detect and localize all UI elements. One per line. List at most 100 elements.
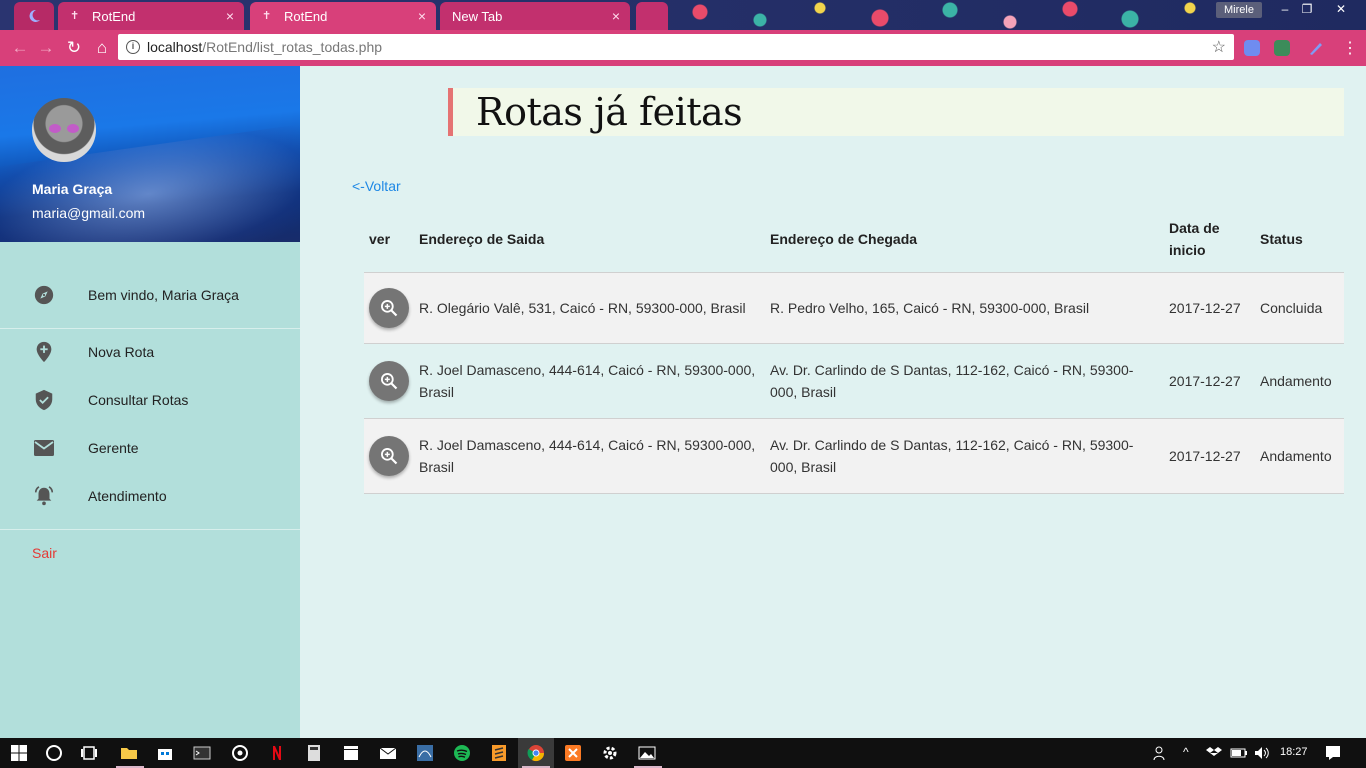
xampp-icon[interactable] (564, 744, 582, 762)
dropbox-icon[interactable] (1205, 744, 1223, 762)
battery-icon[interactable] (1230, 744, 1248, 762)
main-content: Rotas já feitas <-Voltar ver Endereço de… (300, 66, 1366, 738)
column-header-chegada: Endereço de Chegada (765, 206, 1164, 273)
tab-close-icon[interactable]: × (226, 8, 234, 24)
column-header-status: Status (1255, 206, 1344, 273)
movies-icon[interactable] (342, 744, 360, 762)
spotify-icon[interactable] (453, 744, 471, 762)
cell-status: Concluida (1255, 272, 1344, 344)
tab-rotend-1[interactable]: ✝ RotEnd × (58, 2, 244, 30)
netflix-icon[interactable] (268, 744, 286, 762)
calculator-icon[interactable] (305, 744, 323, 762)
cell-chegada: R. Pedro Velho, 165, Caicó - RN, 59300-0… (765, 272, 1164, 344)
bookmark-star-icon[interactable]: ☆ (1212, 37, 1226, 57)
pen-extension-icon[interactable] (1308, 40, 1324, 56)
url-bar[interactable]: i localhost/RotEnd/list_rotas_todas.php … (118, 34, 1234, 60)
people-icon[interactable] (1152, 744, 1170, 762)
taskbar-clock[interactable]: 18:27 (1280, 746, 1308, 758)
cell-chegada: Av. Dr. Carlindo de S Dantas, 112-162, C… (765, 418, 1164, 494)
forward-button[interactable]: → (36, 38, 56, 58)
sidebar-item-nova-rota[interactable]: Nova Rota (0, 330, 300, 374)
volume-icon[interactable] (1253, 744, 1271, 762)
back-link[interactable]: <-Voltar (352, 178, 401, 194)
mail-icon[interactable] (379, 744, 397, 762)
mysql-icon[interactable] (416, 744, 434, 762)
mail-icon (32, 436, 56, 460)
cell-status: Andamento (1255, 343, 1344, 419)
sidebar-item-atendimento[interactable]: Atendimento (0, 474, 300, 518)
cell-data: 2017-12-27 (1164, 418, 1255, 494)
browser-menu-icon[interactable]: ⋮ (1342, 38, 1358, 58)
cell-data: 2017-12-27 (1164, 343, 1255, 419)
column-header-data: Data de inicio (1164, 206, 1255, 273)
sidebar-item-label: Gerente (88, 440, 139, 456)
tab-label: RotEnd (284, 8, 328, 24)
url-path: /RotEnd/list_rotas_todas.php (202, 39, 383, 55)
site-info-icon[interactable]: i (126, 40, 140, 54)
task-view-icon[interactable] (80, 744, 98, 762)
cortana-icon[interactable] (45, 744, 63, 762)
tab-label: RotEnd (92, 8, 136, 24)
home-button[interactable]: ⌂ (92, 38, 112, 58)
tab-new-tab[interactable]: New Tab × (440, 2, 630, 30)
table-header-row: ver Endereço de Saida Endereço de Chegad… (364, 206, 1344, 273)
add-location-icon (32, 340, 56, 364)
compass-icon (32, 283, 56, 307)
restore-button[interactable]: ❐ (1292, 0, 1322, 18)
sidebar-divider (0, 529, 300, 530)
show-hidden-icons-icon[interactable]: ^ (1183, 745, 1189, 759)
sidebar-item-welcome[interactable]: Bem vindo, Maria Graça (0, 273, 300, 317)
sidebar-user-header: Maria Graça maria@gmail.com (0, 66, 300, 242)
photos-icon[interactable] (638, 744, 656, 762)
address-toolbar: ← → ↻ ⌂ i localhost/RotEnd/list_rotas_to… (0, 30, 1366, 66)
pinned-tab[interactable] (14, 2, 54, 30)
windows-start-icon[interactable] (10, 744, 28, 762)
page-title-box: Rotas já feitas (448, 88, 1344, 136)
view-route-button[interactable] (369, 360, 409, 401)
tab-rotend-2[interactable]: ✝ RotEnd × (250, 2, 436, 30)
back-button[interactable]: ← (10, 38, 30, 58)
view-route-button[interactable] (369, 435, 409, 476)
groove-icon[interactable] (231, 744, 249, 762)
new-tab-button[interactable] (636, 2, 668, 30)
sidebar-item-consultar-rotas[interactable]: Consultar Rotas (0, 378, 300, 422)
file-explorer-icon[interactable] (120, 744, 138, 762)
sublime-icon[interactable] (490, 744, 508, 762)
action-center-icon[interactable] (1324, 744, 1342, 762)
store-icon[interactable] (156, 744, 174, 762)
tab-favicon-icon: ✝ (70, 10, 80, 22)
tab-label: New Tab (452, 8, 503, 24)
logout-link[interactable]: Sair (32, 545, 57, 561)
tab-close-icon[interactable]: × (612, 8, 620, 24)
extension-icon[interactable] (1244, 40, 1260, 56)
browser-tab-strip: ✝ RotEnd × ✝ RotEnd × New Tab × Mirele –… (0, 0, 1366, 30)
windows-taskbar: ^ 18:27 (0, 738, 1366, 768)
cmd-icon[interactable] (193, 744, 211, 762)
column-header-saida: Endereço de Saida (414, 206, 765, 273)
shield-extension-icon[interactable] (1274, 40, 1290, 56)
close-window-button[interactable]: ✕ (1326, 0, 1356, 18)
sidebar-item-gerente[interactable]: Gerente (0, 426, 300, 470)
zoom-in-icon (381, 447, 398, 464)
settings-icon[interactable] (601, 744, 619, 762)
page-title: Rotas já feitas (476, 90, 743, 134)
tab-close-icon[interactable]: × (418, 8, 426, 24)
cell-saida: R. Olegário Valê, 531, Caicó - RN, 59300… (414, 272, 765, 344)
zoom-in-icon (381, 299, 398, 316)
zoom-in-icon (381, 372, 398, 389)
user-name: Maria Graça (32, 181, 113, 197)
chrome-icon[interactable] (527, 744, 545, 762)
rotas-table: ver Endereço de Saida Endereço de Chegad… (364, 206, 1344, 494)
alarm-bell-icon (32, 484, 56, 508)
verified-shield-icon (32, 388, 56, 412)
table-row: R. Olegário Valê, 531, Caicó - RN, 59300… (364, 272, 1344, 344)
reload-button[interactable]: ↻ (64, 38, 84, 58)
tab-favicon-icon: ✝ (262, 10, 272, 22)
table-row: R. Joel Damasceno, 444-614, Caicó - RN, … (364, 418, 1344, 494)
user-email: maria@gmail.com (32, 205, 146, 221)
profile-name[interactable]: Mirele (1216, 2, 1262, 18)
cell-chegada: Av. Dr. Carlindo de S Dantas, 112-162, C… (765, 343, 1164, 419)
cell-saida: R. Joel Damasceno, 444-614, Caicó - RN, … (414, 343, 765, 419)
cell-data: 2017-12-27 (1164, 272, 1255, 344)
view-route-button[interactable] (369, 287, 409, 328)
